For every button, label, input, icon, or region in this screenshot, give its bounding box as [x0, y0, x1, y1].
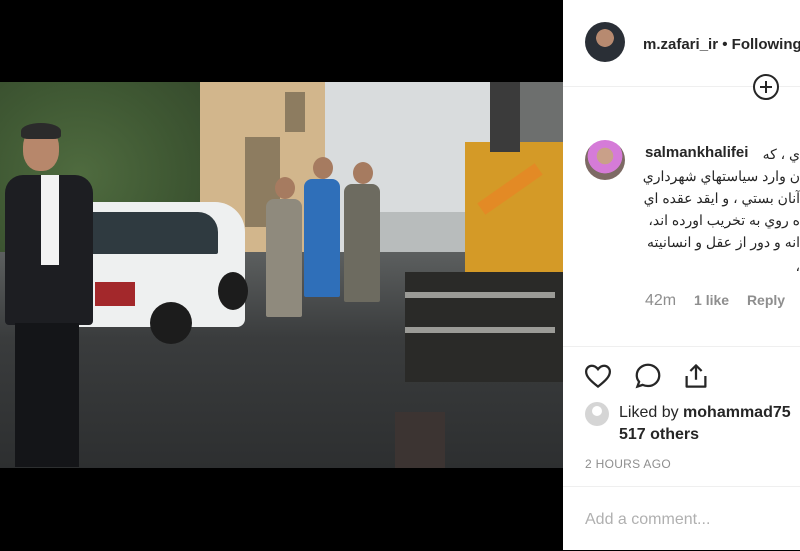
likes-summary: Liked by mohammad75 517 others — [585, 398, 800, 448]
photo-worker — [344, 162, 380, 302]
photo-man-in-suit — [5, 123, 93, 467]
comment-meta: 42m 1 like Reply — [645, 292, 799, 310]
comment-icon[interactable] — [633, 361, 663, 391]
post-header: m.zafari_ir • Following — [563, 0, 800, 100]
liked-by-line: Liked by mohammad75 — [619, 404, 791, 422]
photo-worker — [266, 177, 302, 317]
comment-text-line: ن وارد سياستهاي شهرداري — [642, 168, 800, 184]
post-timestamp[interactable]: 2 HOURS AGO — [585, 457, 671, 471]
commenter-username[interactable]: salmankhalifei — [645, 144, 748, 161]
comment-text-line: ي ، كه — [762, 146, 800, 162]
comment-text-line: انه و دور از عقل و انسانيته — [647, 234, 800, 250]
likes-others[interactable]: 517 others — [619, 426, 699, 444]
author-avatar[interactable] — [585, 22, 625, 62]
add-comment-input[interactable] — [583, 507, 787, 533]
commenter-avatar[interactable] — [585, 140, 625, 180]
plus-circle-icon[interactable] — [753, 74, 779, 100]
header-separator: • — [722, 36, 728, 53]
add-comment-bar — [563, 486, 800, 551]
heart-icon[interactable] — [583, 361, 613, 391]
photo-worker — [304, 157, 340, 297]
comment-text-line: ه روي به تخريب اورده اند، — [648, 212, 800, 228]
following-button[interactable]: Following — [732, 36, 800, 53]
comment-item: salmankhalifei ي ، كه ن وارد سياستهاي شه… — [563, 130, 800, 320]
photo-white-car — [70, 202, 248, 344]
comment-likes[interactable]: 1 like — [694, 292, 729, 308]
reply-button[interactable]: Reply — [747, 292, 785, 308]
liker-username[interactable]: mohammad75 — [683, 404, 791, 421]
post-side-panel: m.zafari_ir • Following salmankhalifei ي… — [563, 0, 800, 550]
comment-text-line: آنان بستي ، و ايقد عقده اي — [643, 190, 800, 206]
liker-avatar[interactable] — [585, 402, 609, 426]
post-media-area — [0, 0, 563, 550]
comment-text-line: ، — [795, 258, 800, 274]
author-username[interactable]: m.zafari_ir — [643, 36, 718, 53]
photo-road-strip — [395, 412, 445, 468]
liked-by-prefix: Liked by — [619, 404, 679, 421]
photo-paving-machine — [405, 82, 563, 382]
share-icon[interactable] — [681, 361, 711, 391]
post-photo[interactable] — [0, 82, 563, 468]
author-line: m.zafari_ir • Following — [643, 36, 800, 53]
comment-time[interactable]: 42m — [645, 292, 676, 309]
